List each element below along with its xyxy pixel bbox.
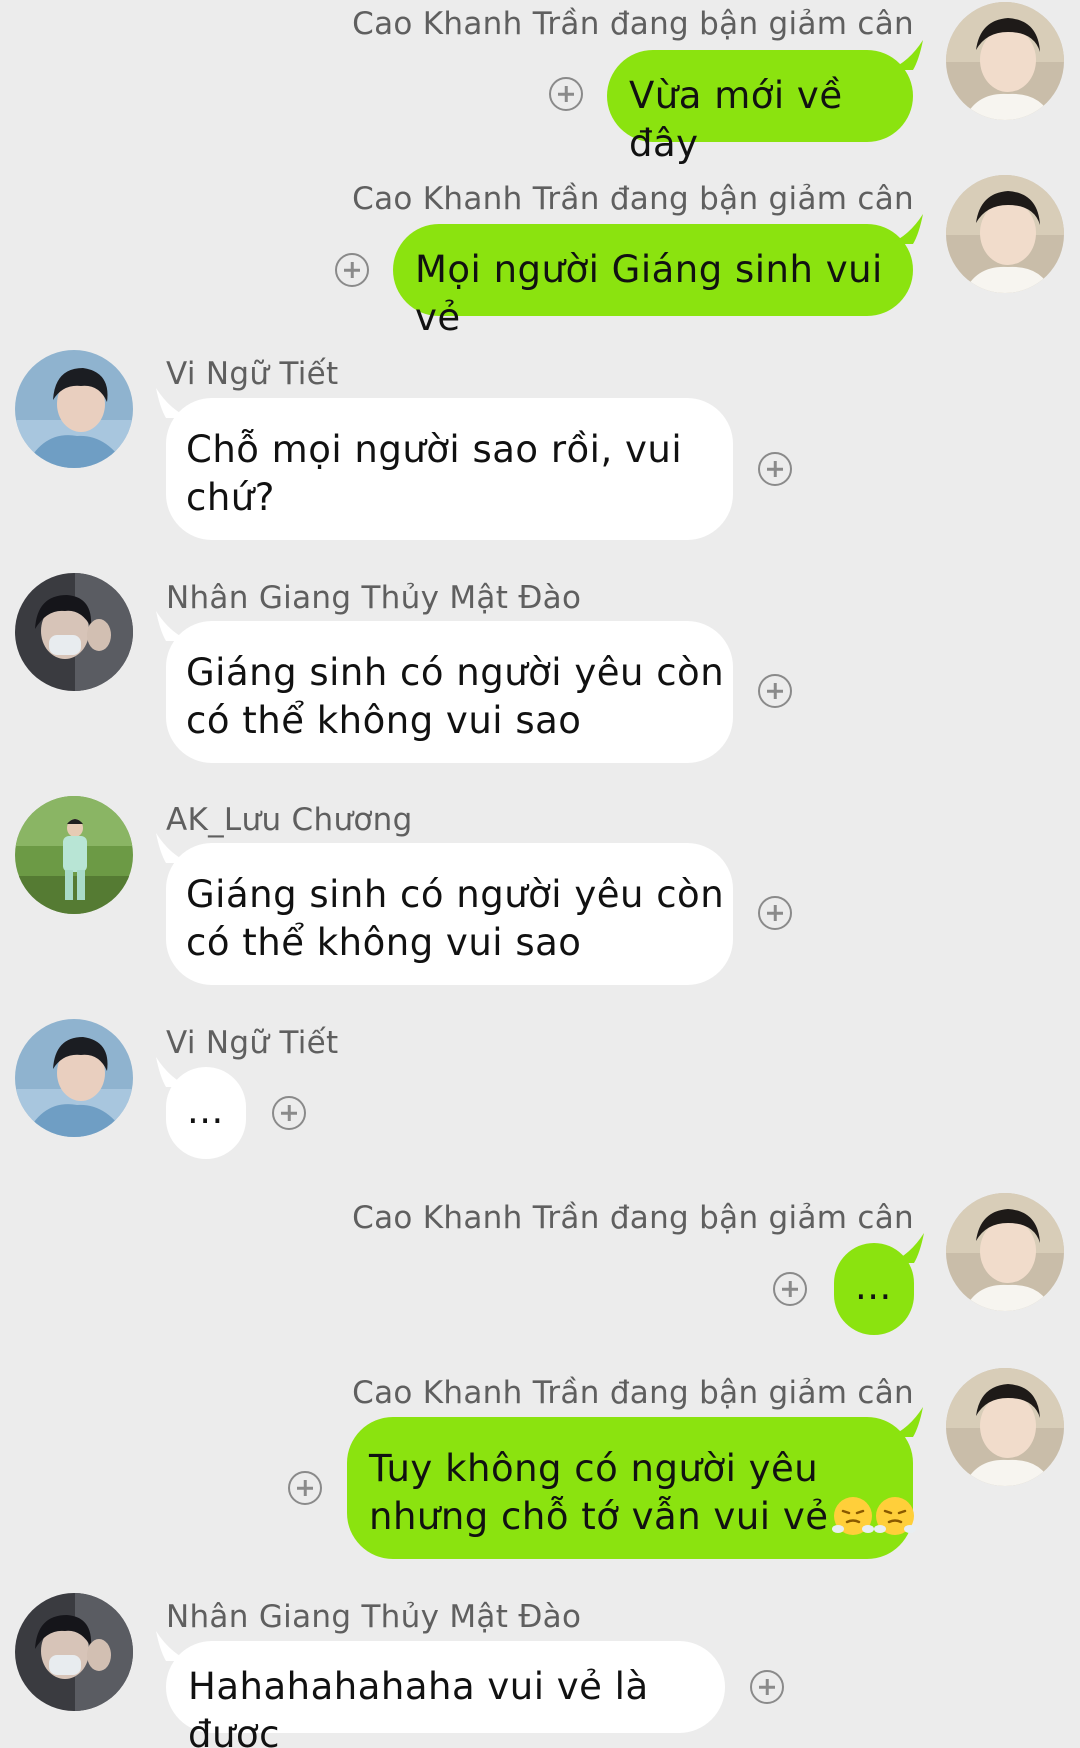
bubble-tail	[156, 833, 190, 863]
message-text-line: Chỗ mọi người sao rồi, vui	[186, 428, 683, 471]
bubble-tail	[156, 611, 190, 641]
avatar[interactable]	[15, 1019, 133, 1137]
message-text-line: Giáng sinh có người yêu còn	[186, 873, 725, 916]
sender-name: Cao Khanh Trần đang bận giảm cân	[352, 1375, 914, 1411]
bubble-tail	[156, 1057, 190, 1087]
avatar-image	[15, 796, 133, 914]
bubble-tail	[889, 1407, 923, 1437]
add-reaction-icon[interactable]	[335, 253, 369, 287]
bubble-tail	[890, 1233, 924, 1263]
sender-name: Nhân Giang Thủy Mật Đào	[166, 580, 582, 616]
message-bubble[interactable]: Vừa mới về đây	[607, 40, 923, 165]
avatar-image	[15, 350, 133, 468]
message-text-line: Tuy không có người yêu	[369, 1447, 819, 1490]
avatar[interactable]	[15, 573, 133, 691]
sender-name: AK_Lưu Chương	[166, 802, 413, 838]
message-bubble[interactable]: Tuy không có người yêu nhưng chỗ tớ vẫn …	[347, 1407, 923, 1559]
message-text: Hahahahahaha vui vẻ là được	[188, 1665, 649, 1748]
add-reaction-icon[interactable]	[758, 452, 792, 486]
message-text-line: Giáng sinh có người yêu còn	[186, 651, 725, 694]
avatar-image	[15, 1593, 133, 1711]
add-reaction-icon[interactable]	[272, 1096, 306, 1130]
avatar[interactable]	[15, 796, 133, 914]
message-text-line: có thể không vui sao	[186, 921, 582, 964]
message-bubble[interactable]: ...	[834, 1233, 924, 1335]
avatar-image	[946, 175, 1064, 293]
huffing-emoji-icon	[874, 1495, 917, 1537]
sender-name: Vi Ngữ Tiết	[166, 356, 339, 392]
message-text-line: chứ?	[186, 476, 275, 519]
message-bubble[interactable]: Chỗ mọi người sao rồi, vui chứ?	[156, 388, 733, 540]
add-reaction-icon[interactable]	[549, 77, 583, 111]
sender-name: Vi Ngữ Tiết	[166, 1025, 339, 1061]
avatar[interactable]	[15, 350, 133, 468]
avatar[interactable]	[946, 1368, 1064, 1486]
message-bubble[interactable]: Hahahahahaha vui vẻ là được	[156, 1631, 725, 1748]
message-text: nhưng chỗ tớ vẫn vui vẻ	[369, 1495, 829, 1538]
message-bubble[interactable]: ...	[156, 1057, 246, 1159]
avatar[interactable]	[946, 1193, 1064, 1311]
message-text: Mọi người Giáng sinh vui vẻ	[415, 248, 883, 339]
message-text: ...	[187, 1089, 224, 1132]
avatar-image	[946, 1368, 1064, 1486]
bubble-tail	[156, 388, 190, 418]
avatar-image	[15, 573, 133, 691]
message-bubble[interactable]: Giáng sinh có người yêu còn có thể không…	[156, 833, 733, 985]
sender-name: Cao Khanh Trần đang bận giảm cân	[352, 1200, 914, 1236]
message-text: Vừa mới về đây	[629, 74, 843, 165]
message-bubble[interactable]: Mọi người Giáng sinh vui vẻ	[393, 214, 923, 339]
sender-name: Cao Khanh Trần đang bận giảm cân	[352, 6, 914, 42]
avatar-image	[946, 1193, 1064, 1311]
message-text-line: nhưng chỗ tớ vẫn vui vẻ	[369, 1493, 917, 1541]
add-reaction-icon[interactable]	[773, 1272, 807, 1306]
bubble-tail	[156, 1631, 190, 1661]
bubble-tail	[889, 214, 923, 244]
avatar[interactable]	[946, 175, 1064, 293]
message-bubble[interactable]: Giáng sinh có người yêu còn có thể không…	[156, 611, 733, 763]
avatar[interactable]	[15, 1593, 133, 1711]
avatar-image	[946, 2, 1064, 120]
avatar[interactable]	[946, 2, 1064, 120]
add-reaction-icon[interactable]	[758, 896, 792, 930]
message-text-line: có thể không vui sao	[186, 699, 582, 742]
sender-name: Nhân Giang Thủy Mật Đào	[166, 1599, 582, 1635]
avatar-image	[15, 1019, 133, 1137]
add-reaction-icon[interactable]	[288, 1471, 322, 1505]
sender-name: Cao Khanh Trần đang bận giảm cân	[352, 181, 914, 217]
add-reaction-icon[interactable]	[750, 1670, 784, 1704]
huffing-emoji-icon	[832, 1495, 875, 1537]
add-reaction-icon[interactable]	[758, 674, 792, 708]
message-text: ...	[855, 1265, 892, 1308]
bubble-tail	[889, 40, 923, 70]
